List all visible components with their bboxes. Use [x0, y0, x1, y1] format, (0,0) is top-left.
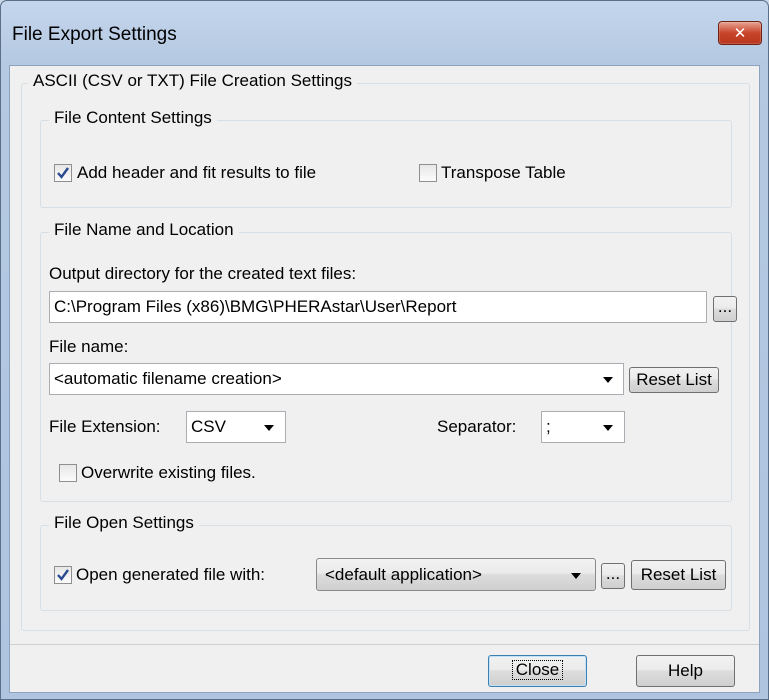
file-extension-select[interactable]: CSV — [186, 411, 286, 443]
browse-label: ... — [717, 297, 733, 316]
application-browse-button[interactable]: ... — [601, 563, 625, 589]
close-button[interactable]: Close — [488, 655, 587, 687]
footer-separator — [10, 644, 759, 645]
separator-label: Separator: — [437, 417, 517, 436]
output-directory-input[interactable]: C:\Program Files (x86)\BMG\PHERAstar\Use… — [49, 291, 707, 323]
close-window-button[interactable]: ✕ — [718, 21, 762, 45]
dropdown-arrow-icon — [603, 425, 613, 431]
checkmark-icon — [57, 167, 69, 179]
file-name-combobox[interactable]: <automatic filename creation> — [49, 363, 624, 395]
dropdown-arrow-icon — [264, 425, 274, 431]
window-title: File Export Settings — [12, 24, 177, 45]
separator-select[interactable]: ; — [541, 411, 625, 443]
help-button[interactable]: Help — [636, 655, 735, 687]
file-name-label: File name: — [49, 337, 129, 356]
dropdown-arrow-icon — [571, 573, 581, 579]
file-content-group: File Content Settings Add header and fit… — [40, 108, 732, 208]
overwrite-files-checkbox[interactable] — [59, 464, 77, 482]
transpose-table-label[interactable]: Transpose Table — [441, 163, 566, 183]
file-open-group: File Open Settings Open generated file w… — [40, 513, 732, 611]
dialog-body: ASCII (CSV or TXT) File Creation Setting… — [9, 65, 760, 693]
title-bar[interactable]: File Export Settings ✕ — [1, 1, 768, 65]
file-extension-label: File Extension: — [49, 417, 161, 436]
separator-value: ; — [546, 417, 551, 436]
file-export-settings-dialog: File Export Settings ✕ ASCII (CSV or TXT… — [0, 0, 769, 700]
ascii-settings-legend: ASCII (CSV or TXT) File Creation Setting… — [28, 71, 358, 91]
output-directory-browse-button[interactable]: ... — [713, 296, 737, 322]
file-location-group: File Name and Location Output directory … — [40, 220, 737, 502]
reset-list-label: Reset List — [636, 370, 712, 389]
ascii-settings-group: ASCII (CSV or TXT) File Creation Setting… — [21, 71, 750, 631]
file-name-reset-list-button[interactable]: Reset List — [629, 367, 719, 393]
dropdown-arrow-icon — [603, 377, 613, 383]
file-extension-value: CSV — [191, 417, 226, 436]
help-button-label: Help — [668, 661, 703, 680]
application-reset-list-button[interactable]: Reset List — [631, 560, 726, 590]
transpose-table-checkbox[interactable] — [419, 164, 437, 182]
close-icon: ✕ — [733, 24, 747, 42]
close-button-label: Close — [511, 660, 564, 680]
open-generated-file-checkbox[interactable] — [54, 566, 72, 584]
add-header-label[interactable]: Add header and fit results to file — [77, 163, 316, 183]
checkmark-icon — [57, 569, 69, 581]
file-name-value: <automatic filename creation> — [54, 369, 282, 388]
open-generated-file-label[interactable]: Open generated file with: — [76, 565, 265, 585]
file-open-legend: File Open Settings — [49, 513, 199, 533]
file-content-legend: File Content Settings — [49, 108, 217, 128]
file-location-legend: File Name and Location — [49, 220, 239, 240]
overwrite-files-label[interactable]: Overwrite existing files. — [81, 463, 256, 483]
add-header-checkbox[interactable] — [54, 164, 72, 182]
application-value: <default application> — [325, 565, 482, 584]
output-directory-label: Output directory for the created text fi… — [49, 264, 357, 283]
reset-list-label: Reset List — [640, 565, 717, 584]
browse-label: ... — [605, 564, 621, 583]
application-select[interactable]: <default application> — [316, 558, 596, 591]
